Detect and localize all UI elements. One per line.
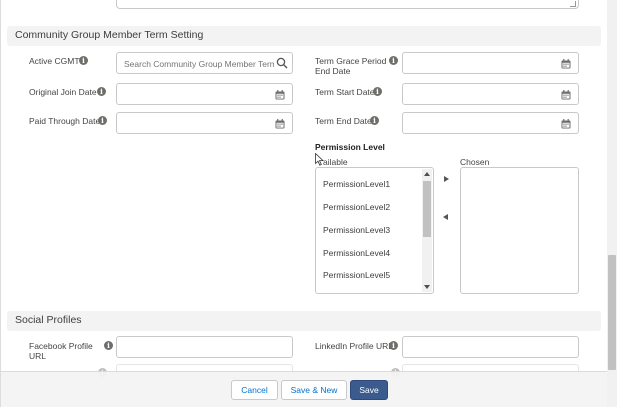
chosen-listbox[interactable] [460,167,579,294]
available-label: ailable [323,157,348,167]
label-line: URL [29,351,47,361]
term-end-date-label: Term End Date [315,116,372,126]
listbox-scrollbar[interactable] [422,169,432,292]
cancel-button[interactable]: Cancel [231,380,278,400]
active-cgmt-search-input[interactable] [124,57,274,70]
list-item[interactable]: PermissionLevel1 [323,179,390,189]
section-header-cgmt[interactable]: Community Group Member Term Setting [7,26,601,46]
active-cgmt-label: Active CGMT [29,56,80,66]
section-title: Social Profiles [15,314,82,326]
calendar-icon[interactable] [275,119,285,129]
calendar-icon[interactable] [275,90,285,100]
info-icon[interactable]: i [370,116,379,125]
section-title: Community Group Member Term Setting [15,29,204,41]
listbox-scroll-thumb[interactable] [423,181,431,237]
facebook-profile-url-input[interactable] [116,336,293,358]
info-icon[interactable]: i [389,56,398,65]
record-edit-modal: Community Group Member Term Setting Acti… [0,0,622,407]
section-header-social[interactable]: Social Profiles [7,311,601,331]
linkedin-profile-url-input[interactable] [402,336,579,358]
info-icon[interactable]: i [79,56,88,65]
textarea-remnant[interactable] [116,0,579,9]
term-start-date-input[interactable] [402,83,579,105]
info-icon[interactable]: i [97,87,106,96]
save-and-new-button[interactable]: Save & New [281,380,347,400]
resize-grip-icon[interactable] [570,1,576,7]
mouse-cursor-icon [315,153,324,166]
chevron-right-icon [444,176,449,182]
calendar-icon[interactable] [561,119,571,129]
term-end-date-input[interactable] [402,112,579,134]
scroll-up-icon[interactable] [424,172,430,176]
save-button[interactable]: Save [350,380,388,400]
permission-level-heading: Permission Level [315,142,385,152]
calendar-icon[interactable] [561,90,571,100]
label-line: Facebook Profile [29,341,93,351]
label-line: Term Grace Period [315,56,387,66]
search-icon[interactable] [276,57,288,69]
paid-through-date-label: Paid Through Date [29,116,101,126]
modal-footer: Cancel Save & New Save [1,371,607,407]
scroll-down-icon[interactable] [424,285,430,289]
info-icon[interactable]: i [104,341,113,350]
info-icon[interactable]: i [98,116,107,125]
move-to-chosen-button[interactable] [441,174,453,186]
list-item[interactable]: PermissionLevel4 [323,248,390,258]
chevron-left-icon [443,214,448,220]
list-item[interactable]: PermissionLevel5 [323,270,390,280]
info-icon[interactable]: i [389,341,398,350]
modal-scrollbar[interactable] [607,0,617,407]
available-listbox[interactable]: PermissionLevel1 PermissionLevel2 Permis… [315,167,434,294]
term-grace-period-end-date-label: Term Grace Period End Date [315,56,386,76]
facebook-profile-url-label: Facebook Profile URL [29,341,93,361]
list-item[interactable]: PermissionLevel2 [323,202,390,212]
term-grace-period-end-date-input[interactable] [402,52,579,74]
move-to-available-button[interactable] [440,212,452,224]
original-join-date-input[interactable] [116,83,293,105]
paid-through-date-input[interactable] [116,112,293,134]
label-line: End Date [315,66,351,76]
linkedin-profile-url-label: LinkedIn Profile URL [315,341,393,351]
info-icon[interactable]: i [373,87,382,96]
modal-scroll-thumb[interactable] [608,255,616,370]
active-cgmt-lookup[interactable] [116,52,293,74]
original-join-date-label: Original Join Date [29,87,97,97]
calendar-icon[interactable] [561,59,571,69]
term-start-date-label: Term Start Date [315,87,375,97]
chosen-label: Chosen [460,157,490,167]
list-item[interactable]: PermissionLevel3 [323,225,390,235]
